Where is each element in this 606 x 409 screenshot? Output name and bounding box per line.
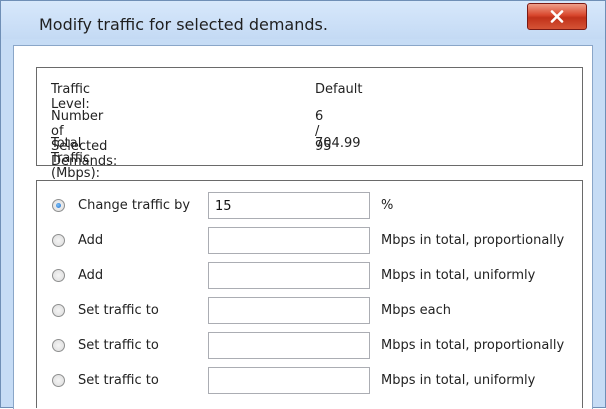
radio-button[interactable] [52,234,65,247]
radio-button[interactable] [52,304,65,317]
dialog-title: Modify traffic for selected demands. [39,15,328,34]
option-add-uniformly: Add Mbps in total, uniformly [37,262,582,290]
close-button[interactable] [527,3,587,30]
option-add-proportionally: Add Mbps in total, proportionally [37,227,582,255]
option-unit: Mbps each [381,303,451,318]
mbps-input[interactable] [208,367,370,394]
option-label: Set traffic to [78,373,159,388]
option-label: Change traffic by [78,198,191,213]
percent-input[interactable]: 15 [208,192,370,219]
info-label: Traffic Level: [51,82,91,112]
option-unit: Mbps in total, uniformly [381,268,536,283]
mbps-input[interactable] [208,262,370,289]
close-icon [550,10,564,23]
option-label: Set traffic to [78,338,159,353]
option-unit: Mbps in total, uniformly [381,373,536,388]
option-unit: Mbps in total, proportionally [381,233,565,248]
radio-button[interactable] [52,269,65,282]
option-set-each: Set traffic to Mbps each [37,297,582,325]
mbps-input[interactable] [208,297,370,324]
info-value: Default [315,82,363,97]
traffic-info-panel: Traffic Level: Default Number of Selecte… [36,67,583,181]
mbps-input[interactable] [208,332,370,359]
info-label: Total Traffic (Mbps): [51,136,101,181]
title-bar[interactable]: Modify traffic for selected demands. [1,1,605,39]
radio-button[interactable] [52,374,65,387]
option-label: Set traffic to [78,303,159,318]
mbps-input[interactable] [208,227,370,254]
option-set-proportionally: Set traffic to Mbps in total, proportion… [37,332,582,360]
radio-button[interactable] [52,339,65,352]
option-change-traffic-by: Change traffic by 15 % [37,192,582,220]
option-label: Add [78,268,104,283]
option-label: Add [78,233,104,248]
radio-button[interactable] [52,199,65,212]
traffic-options-panel: Change traffic by 15 % Add Mbps in total… [36,180,583,408]
option-unit: % [381,198,394,213]
info-value: 704.99 [315,136,361,151]
option-unit: Mbps in total, proportionally [381,338,565,353]
option-set-uniformly: Set traffic to Mbps in total, uniformly [37,367,582,395]
